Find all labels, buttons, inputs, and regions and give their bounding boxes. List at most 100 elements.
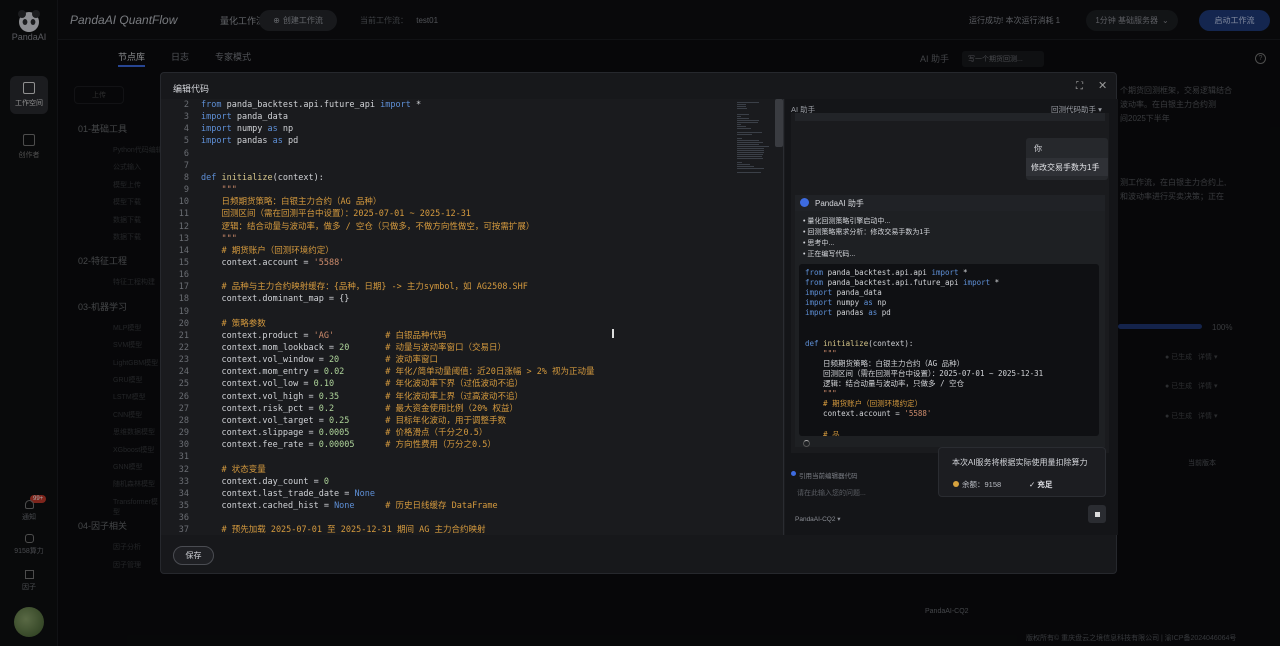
popover-text: 本次AI服务将根据实际使用量扣除算力 xyxy=(952,458,1088,467)
minimap-line xyxy=(737,146,769,147)
app-root: PandaAI 工作空间 创作者 99+ 通知 9158算力 因子 PandaA… xyxy=(0,0,1280,646)
code-token: context.dominant_map = {} xyxy=(201,294,350,305)
code-token: context.day_count = xyxy=(201,476,324,487)
code-line: 9 """ xyxy=(161,184,237,196)
code-token: 日频期货策略：白银主力合约（AG 品种） xyxy=(201,197,382,208)
edit-code-modal: 编辑代码 ⛶ ✕ 2 from panda_backtest.api.future… xyxy=(160,72,1118,574)
code-line: 37 # 预先加载 2025-07-01 至 2025-12-31 期间 AG … xyxy=(161,524,486,535)
ai-code-line: def initialize(context): xyxy=(805,339,913,349)
code-token: import xyxy=(201,136,237,147)
code-token: """ xyxy=(805,348,837,358)
code-token: # 价格滑点（千分之0.5） xyxy=(349,428,488,439)
line-number: 2 xyxy=(183,100,189,110)
code-line: 3 import panda_data xyxy=(161,111,288,123)
user-message-text: 修改交易手数为1手 xyxy=(1026,158,1108,176)
code-token: None xyxy=(354,488,376,499)
compute-usage-popover: 本次AI服务将根据实际使用量扣除算力 余额：9158 ✓ 充足 xyxy=(938,447,1106,497)
save-button[interactable]: 保存 xyxy=(173,546,214,565)
code-token: 20 xyxy=(328,355,340,366)
code-token: 回测区间（需在回测平台中设置）：2025-07-01 ~ 2025-12-31 xyxy=(805,369,1044,378)
code-token: def xyxy=(805,338,824,348)
code-token: pandas xyxy=(236,136,273,147)
code-line: 25 context.vol_low = 0.10 # 年化波动率下界（过低波动… xyxy=(161,378,523,390)
code-line: 18 context.dominant_map = {} xyxy=(161,293,350,305)
minimap-line xyxy=(737,128,751,129)
minimap-line xyxy=(737,138,742,139)
code-line: 36 xyxy=(161,512,201,524)
code-token: numpy xyxy=(236,124,268,135)
minimap-line xyxy=(737,120,759,121)
minimap-line xyxy=(737,102,759,103)
code-line: 23 context.vol_window = 20 # 波动率窗口 xyxy=(161,354,438,366)
code-line: 20 # 策略参数 xyxy=(161,318,266,330)
line-number: 35 xyxy=(178,500,189,511)
assistant-avatar-icon xyxy=(800,198,809,207)
expand-icon[interactable]: ⛶ xyxy=(1076,81,1086,92)
code-line: 15 context.account = '5588' xyxy=(161,257,345,269)
line-number: 15 xyxy=(178,257,189,268)
code-token: import xyxy=(931,268,964,277)
line-number: 11 xyxy=(178,209,189,220)
code-token: # 目标年化波动，用于调整手数 xyxy=(349,415,506,426)
minimap-line xyxy=(737,122,758,123)
ai-code-line: """ xyxy=(805,389,837,399)
code-token: as xyxy=(267,124,283,135)
code-token: # 方向性费用（万分之0.5） xyxy=(354,440,496,451)
minimap-line xyxy=(737,142,763,143)
line-number: 18 xyxy=(178,294,189,305)
line-number: 4 xyxy=(183,124,189,135)
code-line: 11 回测区间（需在回测平台中设置）：2025-07-01 ~ 2025-12-… xyxy=(161,208,471,220)
code-token: initialize xyxy=(823,338,869,348)
code-minimap[interactable] xyxy=(735,99,771,535)
ai-code-line: context.account = '5588' xyxy=(805,409,931,419)
minimap-line xyxy=(737,148,764,149)
minimap-line xyxy=(737,126,746,127)
code-token: context.vol_window = xyxy=(201,355,329,366)
line-number: 7 xyxy=(183,160,189,171)
model-select[interactable]: PandaAI-CQ2 ▾ xyxy=(795,515,841,523)
ai-code-line: 回测区间（需在回测平台中设置）：2025-07-01 ~ 2025-12-31 xyxy=(805,369,1043,379)
code-token: # 策略参数 xyxy=(201,318,266,329)
code-line: 32 # 状态变量 xyxy=(161,464,266,476)
code-line: 2 from panda_backtest.api.future_api impo… xyxy=(161,99,421,111)
ref-code-toggle-icon[interactable] xyxy=(791,471,796,476)
code-token: context.account = xyxy=(201,257,314,268)
code-token: pd xyxy=(881,308,891,318)
code-token: context.vol_target = xyxy=(201,415,329,426)
user-message: 你 修改交易手数为1手 xyxy=(1026,138,1108,180)
code-token: 0.0005 xyxy=(318,428,350,439)
code-token: context.mom_entry = xyxy=(201,367,324,378)
code-token: as xyxy=(868,308,882,318)
balance-value: 余额：9158 xyxy=(962,480,1002,489)
code-token: 回测区间（需在回测平台中设置）：2025-07-01 ~ 2025-12-31 xyxy=(201,209,471,220)
line-number: 8 xyxy=(183,172,189,183)
code-token: * xyxy=(963,268,968,277)
stop-send-button[interactable] xyxy=(1088,505,1106,523)
assistant-bullet: • 思考中... xyxy=(803,240,835,247)
editor-scrollbar[interactable] xyxy=(775,99,783,147)
ai-question-input[interactable]: 请在此输入您的问题... xyxy=(797,488,866,498)
user-label: 你 xyxy=(1034,144,1042,153)
mouse-cursor-icon xyxy=(612,329,614,338)
code-token: context.vol_high = xyxy=(201,391,319,402)
minimap-line xyxy=(737,166,754,167)
line-number: 31 xyxy=(178,452,189,463)
assistant-message: • 量化回测策略引擎启动中... • 回测策略需求分析：修改交易手数为1手 • … xyxy=(795,211,1105,447)
close-icon[interactable]: ✕ xyxy=(1098,79,1107,92)
code-editor[interactable]: 2 from panda_backtest.api.future_api impo… xyxy=(161,99,785,535)
line-number: 25 xyxy=(178,379,189,390)
ref-code-label[interactable]: 引用当前编辑器代码 xyxy=(799,470,858,480)
code-token: '5588' xyxy=(904,409,932,419)
code-line: 29 context.slippage = 0.0005 # 价格滑点（千分之0… xyxy=(161,427,488,439)
code-token: (context): xyxy=(272,172,324,183)
line-number: 30 xyxy=(178,440,189,451)
code-token: # 期货账户（回测环境约定） xyxy=(805,399,923,409)
code-token: # 年化/简单动量阈值：近20日涨幅 > 2% 视为正动量 xyxy=(344,367,595,378)
code-token: initialize xyxy=(221,172,273,183)
code-line: 12 逻辑：结合动量与波动率，做多 / 空仓（只做多，不做方向性做空，可按需扩展… xyxy=(161,221,535,233)
line-number: 5 xyxy=(183,136,189,147)
line-number: 10 xyxy=(178,197,189,208)
panel-divider[interactable] xyxy=(783,99,784,535)
minimap-line xyxy=(737,164,750,165)
ai-code-line: 日频期货策略：白银主力合约（AG 品种） xyxy=(805,359,964,369)
